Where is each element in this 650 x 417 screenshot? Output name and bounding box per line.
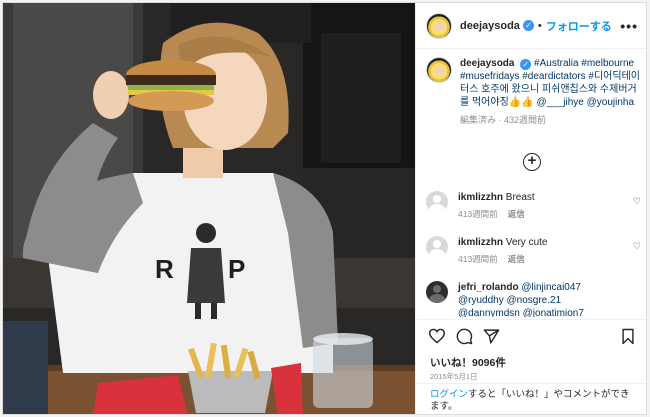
comment-item: ikmlizzhn Breast 413週間前 返信 ♡ [426,191,641,221]
caption-text: deejaysoda ✓ #Australia #melbourne #muse… [460,57,640,127]
mention-jihye[interactable]: @___jihye [536,97,583,108]
caption-avatar[interactable] [426,57,452,83]
comment-username[interactable]: ikmlizzhn [458,192,503,203]
commenter-avatar[interactable] [426,236,448,258]
mention-youjinha[interactable]: @youjinha [587,97,634,108]
post-caption: deejaysoda ✓ #Australia #melbourne #muse… [426,57,641,127]
comment-heart-icon[interactable]: ♡ [633,241,641,252]
svg-text:R: R [155,254,174,284]
comment-time: 413週間前 [458,254,498,264]
bookmark-icon[interactable] [621,328,635,345]
author-username[interactable]: deejaysoda [460,20,520,32]
post-header: deejaysoda ✓ • フォローする ••• [416,3,646,49]
separator-dot: • [537,19,542,32]
caption-username[interactable]: deejaysoda [460,58,514,69]
more-options-icon[interactable]: ••• [620,18,638,34]
post-side-panel: deejaysoda ✓ • フォローする ••• deejaysoda ✓ #… [415,3,646,414]
plus-circle-icon[interactable]: + [523,153,541,171]
follow-button[interactable]: フォローする [546,18,612,34]
author-avatar[interactable] [426,12,452,39]
comment-body: ikmlizzhn Breast 413週間前 返信 [458,191,618,221]
comment-username[interactable]: jefri_rolando [458,282,519,293]
comment-text: Very cute [505,237,548,248]
comment-text: Breast [505,192,535,203]
svg-text:P: P [228,254,245,284]
login-link[interactable]: ログイン [430,389,468,400]
reply-button[interactable]: 返信 [508,209,525,219]
instagram-post-frame: R P deejaysoda ✓ • フォローする ••• deejaysoda… [2,2,647,415]
comment-item: jefri_rolando @linjincai047 @ryuddhy @no… [426,281,641,317]
reply-button[interactable]: 返信 [508,254,525,264]
like-count[interactable]: いいね！9096件 [430,355,506,370]
comment-meta: 413週間前 返信 [458,208,618,221]
comment-icon[interactable] [456,328,473,345]
comment-item: ikmlizzhn Very cute 413週間前 返信 ♡ [426,236,641,266]
comment-time: 413週間前 [458,209,498,219]
commenter-avatar[interactable] [426,191,448,213]
heart-icon[interactable] [428,328,446,344]
share-icon[interactable] [483,328,500,345]
caption-emoji: 👍👍 [508,97,534,108]
comment-meta: 413週間前 返信 [458,253,618,266]
caption-meta: 編集済み · 432週間前 [460,115,547,125]
comment-heart-icon[interactable]: ♡ [633,196,641,207]
action-bar [416,319,646,351]
verified-badge-icon: ✓ [522,20,534,31]
commenter-avatar[interactable] [426,281,448,303]
post-date: 2015年5月1日 [430,372,478,381]
comment-body: jefri_rolando @linjincai047 @ryuddhy @no… [458,281,618,317]
login-prompt: ログインすると「いいね！」やコメントができます。 [416,383,646,414]
comment-username[interactable]: ikmlizzhn [458,237,503,248]
verified-badge-icon: ✓ [520,59,532,70]
comment-body: ikmlizzhn Very cute 413週間前 返信 [458,236,618,266]
post-photo[interactable]: R P [3,3,415,414]
